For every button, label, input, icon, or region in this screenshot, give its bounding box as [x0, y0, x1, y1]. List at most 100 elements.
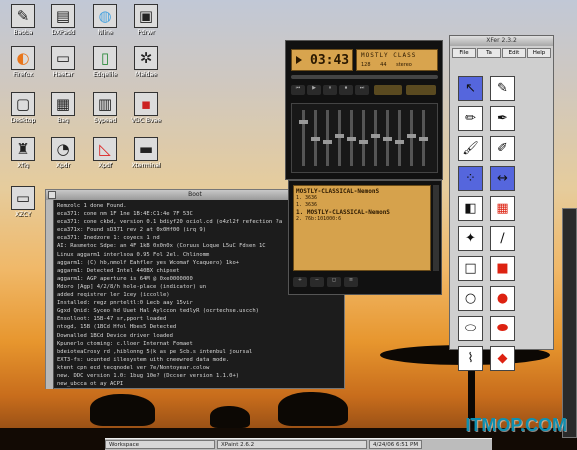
- xfig-menu-ta[interactable]: Ta: [477, 48, 501, 58]
- xfig-toolbox[interactable]: XFer 2.3.2 File Ta Edit Help ↖ ✎ ✏ ✒ 🖌 ✐ ⁘ ↔ ◧ ▦ ✦ ∕ □ ■…: [449, 35, 554, 371]
- eq-band-slider[interactable]: [299, 110, 308, 166]
- eq-band-slider[interactable]: [323, 110, 332, 166]
- circle-tool-icon[interactable]: ○: [458, 286, 483, 311]
- pencil-tool-icon[interactable]: ✏: [458, 106, 483, 131]
- pl-add-button[interactable]: +: [293, 277, 307, 287]
- dropper-tool-icon[interactable]: ✦: [458, 226, 483, 251]
- desktop-icon-baoba[interactable]: ✎ Baoba: [5, 4, 41, 36]
- rect-tool-icon[interactable]: □: [458, 256, 483, 281]
- taskbar-item[interactable]: 4/24/06 6:51 PM: [369, 440, 423, 449]
- desktop-icon-xterminal[interactable]: ▬ Xterminal: [128, 137, 164, 169]
- playlist-entry[interactable]: 1. 3636: [296, 202, 428, 209]
- desktop-icon-xfig[interactable]: ♜ Xfig: [5, 137, 41, 169]
- desktop-icon-desktop[interactable]: ▢ Desktop: [5, 92, 41, 124]
- next-button[interactable]: ⏭: [355, 85, 369, 95]
- eq-knob[interactable]: [407, 134, 416, 138]
- playlist-entry[interactable]: 1. 3636: [296, 195, 428, 202]
- eq-band-slider[interactable]: [395, 110, 404, 166]
- brush-tool-icon[interactable]: 🖌: [458, 136, 483, 161]
- equalizer[interactable]: [291, 103, 438, 173]
- eq-knob[interactable]: [347, 137, 356, 141]
- desktop-icon-maidae[interactable]: ✲ Maidae: [128, 46, 164, 78]
- log-window-title: Boot: [188, 191, 202, 198]
- xfig-menu-edit[interactable]: Edit: [502, 48, 526, 58]
- desktop-icon-firefox[interactable]: ◐ Firefox: [5, 46, 41, 78]
- seek-bar[interactable]: [291, 75, 438, 79]
- rule-tool-icon[interactable]: ∕: [490, 226, 515, 251]
- redblob-tool-icon[interactable]: ◆: [490, 346, 515, 371]
- pen-tool-icon[interactable]: ✒: [490, 106, 515, 131]
- log-scrollbar[interactable]: [46, 200, 54, 389]
- xmms-player[interactable]: 03:43 MOSTLY CLASS 128 44 stereo ⏮ ▶ ⏸ ⏹…: [285, 40, 443, 180]
- nib-tool-icon[interactable]: ✐: [490, 136, 515, 161]
- eq-band-slider[interactable]: [419, 110, 428, 166]
- prev-button[interactable]: ⏮: [291, 85, 305, 95]
- playlist-entry[interactable]: 2. 76b:101000:6: [296, 216, 428, 223]
- eq-knob[interactable]: [359, 140, 368, 144]
- ellipse-tool-icon[interactable]: ⬭: [458, 316, 483, 341]
- redellipse-tool-icon[interactable]: ⬬: [490, 316, 515, 341]
- stop-button[interactable]: ⏹: [339, 85, 353, 95]
- eq-knob[interactable]: [419, 137, 428, 141]
- desktop-icon-nline[interactable]: ◍ Nline: [87, 4, 123, 36]
- playlist-entry[interactable]: 1. MOSTLY-CLASSICAL-NemonS: [296, 209, 428, 216]
- playlist-area[interactable]: MOSTLY-CLASSICAL-NemonS 1. 3636 1. 3636 1.…: [293, 185, 431, 271]
- pause-button[interactable]: ⏸: [323, 85, 337, 95]
- blob-tool-icon[interactable]: ⌇: [458, 346, 483, 371]
- redcircle-tool-icon[interactable]: ●: [490, 286, 515, 311]
- pl-remove-button[interactable]: −: [310, 277, 324, 287]
- redrect-tool-icon[interactable]: ■: [490, 256, 515, 281]
- eq-band-slider[interactable]: [407, 110, 416, 166]
- eq-knob[interactable]: [311, 137, 320, 141]
- spread-icon: ▥: [93, 92, 117, 116]
- xfig-menu-help[interactable]: Help: [527, 48, 551, 58]
- xfig-menubar[interactable]: File Ta Edit Help: [450, 46, 553, 60]
- volume-slider[interactable]: [374, 85, 402, 95]
- xfig-menu-file[interactable]: File: [452, 48, 476, 58]
- eq-band-slider[interactable]: [347, 110, 356, 166]
- eq-knob[interactable]: [383, 137, 392, 141]
- palette-tool-icon[interactable]: ▦: [490, 196, 515, 221]
- desktop-icon-bag[interactable]: ▦ Bag: [45, 92, 81, 124]
- desktop-icon-xpdr[interactable]: ◔ Xpdr: [45, 137, 81, 169]
- balance-slider[interactable]: [406, 85, 436, 95]
- desktop-icon-sypead[interactable]: ▥ Sypead: [87, 92, 123, 124]
- taskbar[interactable]: Workspace XPaint 2.6.2 4/24/06 6:51 PM: [105, 438, 492, 450]
- offscreen-window[interactable]: [562, 208, 577, 438]
- pl-select-button[interactable]: ◻: [327, 277, 341, 287]
- desktop-icon-vdc-bvae[interactable]: ▪ VDC Bvae: [128, 92, 164, 124]
- eq-band-slider[interactable]: [383, 110, 392, 166]
- log-line: new_ubcca ot ay ACPI: [57, 381, 124, 388]
- select-tool-icon[interactable]: ↖: [458, 76, 483, 101]
- arrows-tool-icon[interactable]: ↔: [490, 166, 515, 191]
- eq-knob[interactable]: [299, 120, 308, 124]
- playlist-controls[interactable]: + − ◻ ≡: [293, 277, 437, 289]
- playlist-window[interactable]: MOSTLY-CLASSICAL-NemonS 1. 3636 1. 3636 1.…: [288, 180, 442, 295]
- desktop-icon-dxpadd[interactable]: ▤ DXPadd: [45, 4, 81, 36]
- desktop-icon-xpdf[interactable]: ◺ Xpdf: [87, 137, 123, 169]
- playlist-scrollbar[interactable]: [433, 185, 439, 271]
- desktop-icon-edgelile[interactable]: ▯ Edgelile: [87, 46, 123, 78]
- pointer-tool-icon[interactable]: ✎: [490, 76, 515, 101]
- bag-icon: ▦: [51, 92, 75, 116]
- pl-misc-button[interactable]: ≡: [344, 277, 358, 287]
- eq-knob[interactable]: [335, 134, 344, 138]
- close-icon[interactable]: [48, 191, 56, 199]
- eq-band-slider[interactable]: [371, 110, 380, 166]
- eq-band-slider[interactable]: [311, 110, 320, 166]
- eq-knob[interactable]: [323, 140, 332, 144]
- fill-tool-icon[interactable]: ◧: [458, 196, 483, 221]
- play-button[interactable]: ▶: [307, 85, 321, 95]
- spread-tool-icon[interactable]: ⁘: [458, 166, 483, 191]
- eq-knob[interactable]: [371, 134, 380, 138]
- desktop-icon-xzcy[interactable]: ▭ XZCY: [5, 186, 41, 218]
- log-line: Ensolloot: 15B-47 sr,pport loaded: [57, 316, 167, 323]
- eq-band-slider[interactable]: [335, 110, 344, 166]
- xfig-titlebar[interactable]: XFer 2.3.2: [450, 36, 553, 46]
- eq-band-slider[interactable]: [359, 110, 368, 166]
- eq-knob[interactable]: [395, 140, 404, 144]
- taskbar-item[interactable]: XPaint 2.6.2: [217, 440, 367, 449]
- desktop-icon-haetar[interactable]: ▭ Haetar: [45, 46, 81, 78]
- taskbar-item[interactable]: Workspace: [105, 440, 215, 449]
- desktop-icon-pdrwr[interactable]: ▣ Pdrwr: [128, 4, 164, 36]
